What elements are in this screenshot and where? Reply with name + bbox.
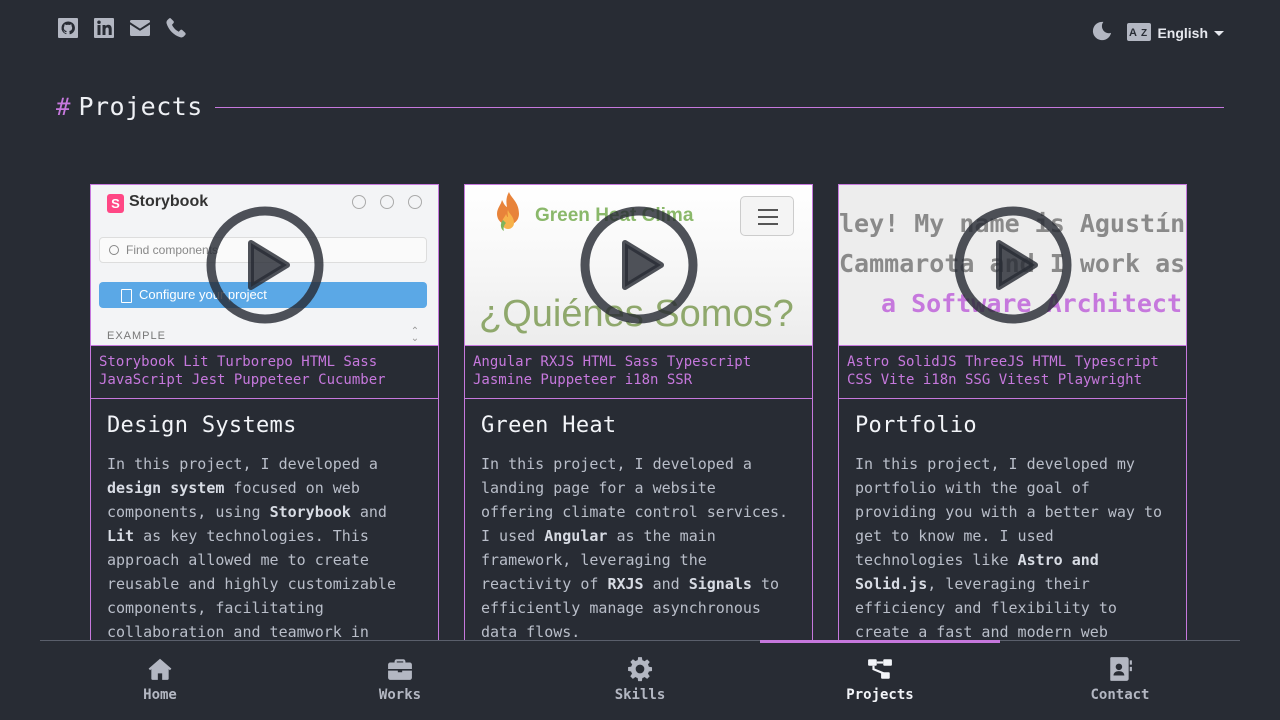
- svg-text:A: A: [1129, 27, 1137, 39]
- highlighted-term: RXJS: [607, 575, 644, 593]
- project-card-portfolio[interactable]: ley! My name is Agustín Cammarota and I …: [838, 184, 1187, 654]
- toolbar-icon: [408, 195, 422, 209]
- project-thumbnail[interactable]: ley! My name is Agustín Cammarota and I …: [839, 185, 1186, 346]
- description-text: In this project, I developed a: [107, 455, 378, 473]
- nav-label: Works: [378, 687, 422, 703]
- project-title: Portfolio: [855, 413, 977, 438]
- highlighted-term: Angular: [544, 527, 608, 545]
- contact-book-icon: [1110, 657, 1132, 681]
- project-description: In this project, I developed a design sy…: [107, 452, 422, 653]
- home-icon: [148, 658, 172, 680]
- thumbnail-section-label: EXAMPLE: [107, 330, 166, 342]
- top-bar: AZ English: [0, 0, 1280, 60]
- mail-icon[interactable]: [128, 16, 152, 40]
- tech-tags: Angular RXJS HTML Sass Typescript Jasmin…: [465, 346, 812, 399]
- project-thumbnail[interactable]: Green Heat Clima ¿Quiénes Somos?: [465, 185, 812, 346]
- github-icon[interactable]: [56, 16, 80, 40]
- toolbar-icon: [380, 195, 394, 209]
- nav-label: Home: [143, 687, 177, 703]
- project-card-green-heat[interactable]: Green Heat Clima ¿Quiénes Somos? Angular…: [464, 184, 813, 654]
- bottom-navigation: Home Works Skills Projects Contact: [40, 640, 1240, 720]
- project-description: In this project, I developed my portfoli…: [855, 452, 1170, 653]
- description-text: as key technologies. This approach allow…: [107, 527, 396, 653]
- play-icon[interactable]: [205, 205, 325, 325]
- nav-item-contact[interactable]: Contact: [1000, 641, 1240, 720]
- hash-mark: #: [56, 92, 71, 121]
- tags-line: Astro SolidJS ThreeJS HTML Typescript: [847, 354, 1159, 370]
- moon-icon[interactable]: [1091, 20, 1113, 46]
- phone-icon[interactable]: [164, 16, 188, 40]
- gear-icon: [628, 657, 653, 682]
- highlighted-term: Storybook: [269, 503, 351, 521]
- toolbar-icons: [352, 195, 422, 209]
- social-links: [56, 16, 188, 40]
- thumbnail-app-name: Storybook: [129, 193, 209, 210]
- highlighted-term: Signals: [688, 575, 752, 593]
- translate-icon: AZ: [1127, 22, 1152, 44]
- active-indicator: [760, 640, 1000, 643]
- tags-line: JavaScript Jest Puppeteer Cucumber: [99, 372, 386, 388]
- briefcase-icon: [388, 659, 412, 680]
- nav-item-home[interactable]: Home: [40, 641, 280, 720]
- play-icon[interactable]: [579, 205, 699, 325]
- nav-label: Projects: [846, 687, 914, 703]
- page-title: Projects: [78, 92, 203, 121]
- nav-item-works[interactable]: Works: [280, 641, 520, 720]
- description-text: and: [350, 503, 387, 521]
- storybook-logo: S: [107, 194, 124, 213]
- project-card-design-systems[interactable]: S Storybook Find components Configure yo…: [90, 184, 439, 654]
- language-label: English: [1157, 25, 1208, 41]
- play-icon[interactable]: [953, 205, 1073, 325]
- tech-tags: Storybook Lit Turborepo HTML Sass JavaSc…: [91, 346, 438, 399]
- tags-line: Angular RXJS HTML Sass Typescript: [473, 354, 752, 370]
- flame-logo-icon: [497, 192, 519, 231]
- description-text: In this project, I developed my portfoli…: [855, 455, 1163, 569]
- tags-line: Jasmine Puppeteer i18n SSR: [473, 372, 693, 388]
- project-thumbnail[interactable]: S Storybook Find components Configure yo…: [91, 185, 438, 346]
- highlighted-term: Lit: [107, 527, 135, 545]
- section-heading: # Projects: [56, 92, 1224, 121]
- chevron-down-icon: [1214, 25, 1224, 41]
- tech-tags: Astro SolidJS ThreeJS HTML Typescript CS…: [839, 346, 1186, 399]
- project-description: In this project, I developed a landing p…: [481, 452, 796, 644]
- project-title: Design Systems: [107, 413, 297, 438]
- tags-line: Storybook Lit Turborepo HTML Sass: [99, 354, 378, 370]
- toolbar-icon: [352, 195, 366, 209]
- diagram-icon: [868, 659, 892, 679]
- nav-label: Contact: [1090, 687, 1150, 703]
- linkedin-icon[interactable]: [92, 16, 116, 40]
- nav-item-projects[interactable]: Projects: [760, 641, 1000, 720]
- highlighted-term: design system: [107, 479, 225, 497]
- hamburger-menu-icon: [740, 196, 794, 236]
- tags-line: CSS Vite i18n SSG Vitest Playwright: [847, 372, 1143, 388]
- svg-text:Z: Z: [1141, 28, 1147, 39]
- card-body: Portfolio In this project, I developed m…: [839, 399, 1186, 653]
- header-controls: AZ English: [1091, 20, 1224, 46]
- card-body: Green Heat In this project, I developed …: [465, 399, 812, 653]
- title-divider: [214, 107, 1224, 108]
- language-selector[interactable]: AZ English: [1127, 22, 1224, 44]
- project-cards: S Storybook Find components Configure yo…: [90, 184, 1187, 654]
- project-title: Green Heat: [481, 413, 617, 438]
- nav-item-skills[interactable]: Skills: [520, 641, 760, 720]
- description-text: and: [643, 575, 689, 593]
- nav-label: Skills: [614, 687, 666, 703]
- card-body: Design Systems In this project, I develo…: [91, 399, 438, 653]
- sort-icon: ⌃ ⌄: [410, 326, 420, 344]
